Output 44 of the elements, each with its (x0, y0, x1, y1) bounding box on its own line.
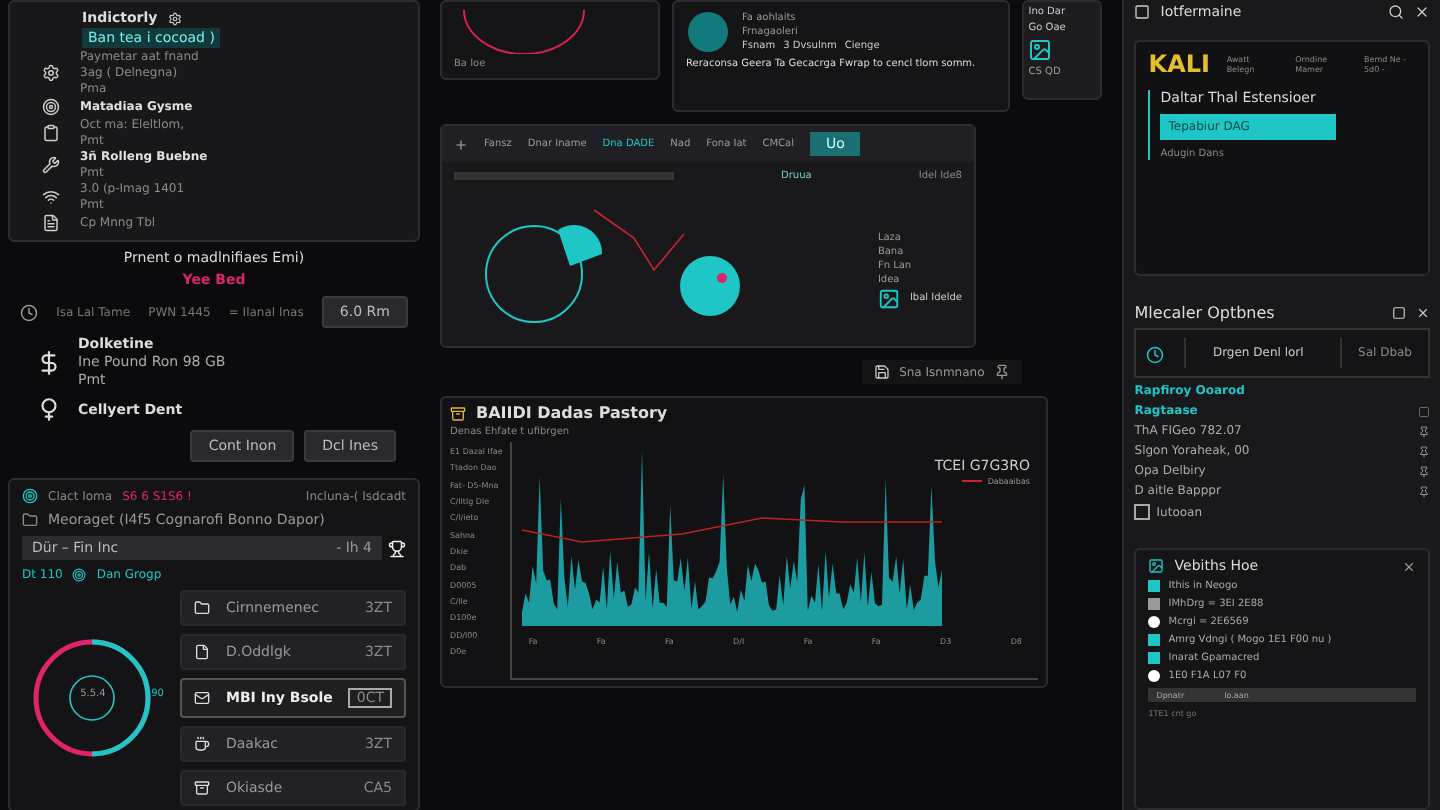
window-icon (1392, 306, 1406, 320)
clock-icon (1146, 346, 1165, 364)
logo-text: KALI (1148, 50, 1210, 78)
close-icon (1416, 306, 1430, 320)
document-icon (42, 214, 60, 232)
target-icon (42, 98, 60, 116)
pin-icon (1418, 445, 1430, 457)
folder-icon (193, 600, 210, 616)
window-icon (1134, 4, 1151, 20)
trophy-icon (388, 539, 406, 557)
file-icon (193, 644, 210, 660)
target-icon (22, 488, 38, 504)
pin-icon (1418, 425, 1430, 437)
disc-drawing (686, 10, 730, 54)
cup-icon (193, 736, 210, 752)
mail-icon (193, 690, 210, 706)
wrench-icon (42, 156, 60, 174)
legend-line-icon (961, 478, 982, 484)
clock-icon (20, 303, 38, 321)
dollar-icon (36, 349, 62, 375)
target-icon (72, 568, 87, 582)
plus-icon (454, 137, 468, 151)
history-title: BAIIDI Dadas Pastory (476, 404, 668, 422)
pin-icon (994, 364, 1011, 380)
clipboard-icon (42, 124, 60, 142)
checkbox[interactable] (1134, 504, 1151, 520)
archive-icon (193, 780, 210, 796)
venus-icon (36, 396, 62, 422)
close-icon (1402, 559, 1416, 573)
archive-icon (450, 405, 466, 421)
picture-icon (1148, 558, 1165, 574)
search-icon (1388, 4, 1404, 20)
section-title: Mlecaler Optbnes (1134, 304, 1275, 322)
square-icon (1418, 405, 1430, 417)
save-icon (873, 364, 890, 380)
wifi-icon (42, 188, 60, 206)
gear-icon (167, 11, 182, 25)
picture-icon (1028, 38, 1053, 62)
folder-icon (22, 512, 38, 528)
pin-icon (1418, 485, 1430, 497)
picture-icon (877, 287, 900, 309)
gear-icon (42, 64, 60, 82)
close-icon (1414, 4, 1430, 20)
pin-icon (1418, 465, 1430, 477)
